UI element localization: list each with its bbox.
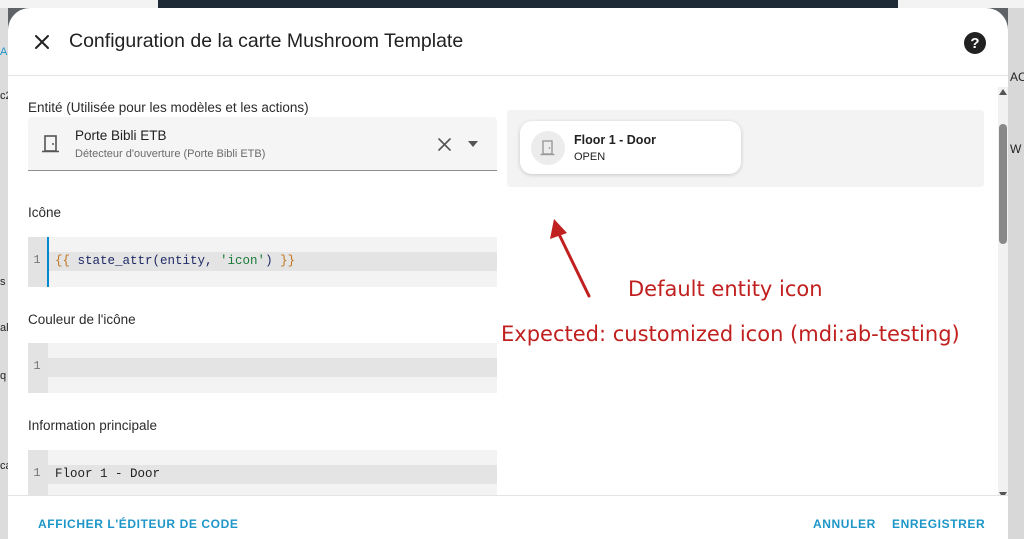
primary-info-label: Information principale (28, 418, 158, 433)
primary-info-template-editor[interactable]: 1 Floor 1 - Door (28, 450, 497, 495)
code-token: }} (280, 254, 296, 268)
help-button[interactable]: ? (964, 32, 986, 54)
icon-color-template-editor[interactable]: 1 (28, 343, 497, 393)
card-config-dialog: Configuration de la carte Mushroom Templ… (8, 8, 1008, 539)
card-preview-panel: Floor 1 - Door OPEN (507, 110, 984, 187)
card-icon-badge (531, 131, 565, 165)
entity-label: Entité (Utilisée pour les modèles et les… (28, 100, 309, 115)
close-icon (35, 35, 49, 49)
line-number: 1 (33, 466, 41, 480)
line-number: 1 (33, 359, 41, 373)
code-line: {{ state_attr(entity, 'icon') }} (55, 254, 295, 268)
bg-left-frag: q (0, 370, 7, 382)
code-line: Floor 1 - Door (55, 467, 161, 481)
entity-name: Porte Bibli ETB (75, 128, 167, 143)
dialog-header: Configuration de la carte Mushroom Templ… (8, 8, 1008, 76)
background-right-strip: AC W (1008, 8, 1024, 539)
clear-icon (437, 137, 451, 151)
code-token: {{ (55, 254, 71, 268)
entity-picker[interactable]: Porte Bibli ETB Détecteur d'ouverture (P… (28, 117, 497, 171)
background-topbar (0, 0, 1024, 8)
card-secondary-text: OPEN (574, 151, 606, 163)
dialog-footer: AFFICHER L'ÉDITEUR DE CODE ANNULER ENREG… (8, 495, 1008, 539)
scrollbar-thumb[interactable] (999, 124, 1007, 244)
icon-template-editor[interactable]: 1 {{ state_attr(entity, 'icon') }} (28, 237, 497, 287)
annotation-arrow (550, 219, 591, 298)
help-icon: ? (970, 34, 980, 52)
caret-down-icon (468, 141, 478, 147)
card-primary-text: Floor 1 - Door (574, 133, 656, 147)
line-number: 1 (33, 253, 41, 267)
bg-right-frag: AC (1010, 70, 1024, 84)
dialog-title: Configuration de la carte Mushroom Templ… (69, 30, 464, 52)
mushroom-template-card[interactable]: Floor 1 - Door OPEN (520, 121, 741, 174)
entity-subtitle: Détecteur d'ouverture (Porte Bibli ETB) (75, 148, 266, 160)
annotation-expected-icon: Expected: customized icon (mdi:ab-testin… (501, 322, 960, 346)
bg-left-frag: A (0, 46, 8, 58)
icon-label: Icône (28, 205, 62, 220)
close-button[interactable] (28, 28, 56, 56)
active-line-highlight (48, 358, 497, 377)
background-header-dark (158, 0, 898, 8)
save-button[interactable]: ENREGISTRER (892, 517, 985, 531)
dialog-body: Entité (Utilisée pour les modèles et les… (8, 77, 1008, 495)
bg-left-frag: s (0, 276, 6, 288)
clear-entity-button[interactable] (434, 134, 454, 154)
dialog-scrollbar[interactable] (998, 87, 1008, 502)
bg-right-frag: W (1010, 142, 1022, 156)
cancel-button[interactable]: ANNULER (813, 517, 876, 531)
focus-indicator (47, 237, 49, 287)
annotation-default-icon: Default entity icon (628, 277, 823, 301)
door-icon (42, 135, 59, 153)
show-code-editor-button[interactable]: AFFICHER L'ÉDITEUR DE CODE (38, 517, 238, 531)
entity-dropdown-button[interactable] (466, 137, 480, 151)
code-token: ) (265, 254, 281, 268)
code-token: 'icon' (220, 254, 266, 268)
code-token: state_attr(entity, (70, 254, 221, 268)
icon-color-label: Couleur de l'icône (28, 312, 136, 327)
background-left-strip: A c2 s al q ca (0, 8, 12, 539)
door-icon (540, 140, 555, 156)
scroll-up-icon[interactable] (999, 89, 1007, 95)
